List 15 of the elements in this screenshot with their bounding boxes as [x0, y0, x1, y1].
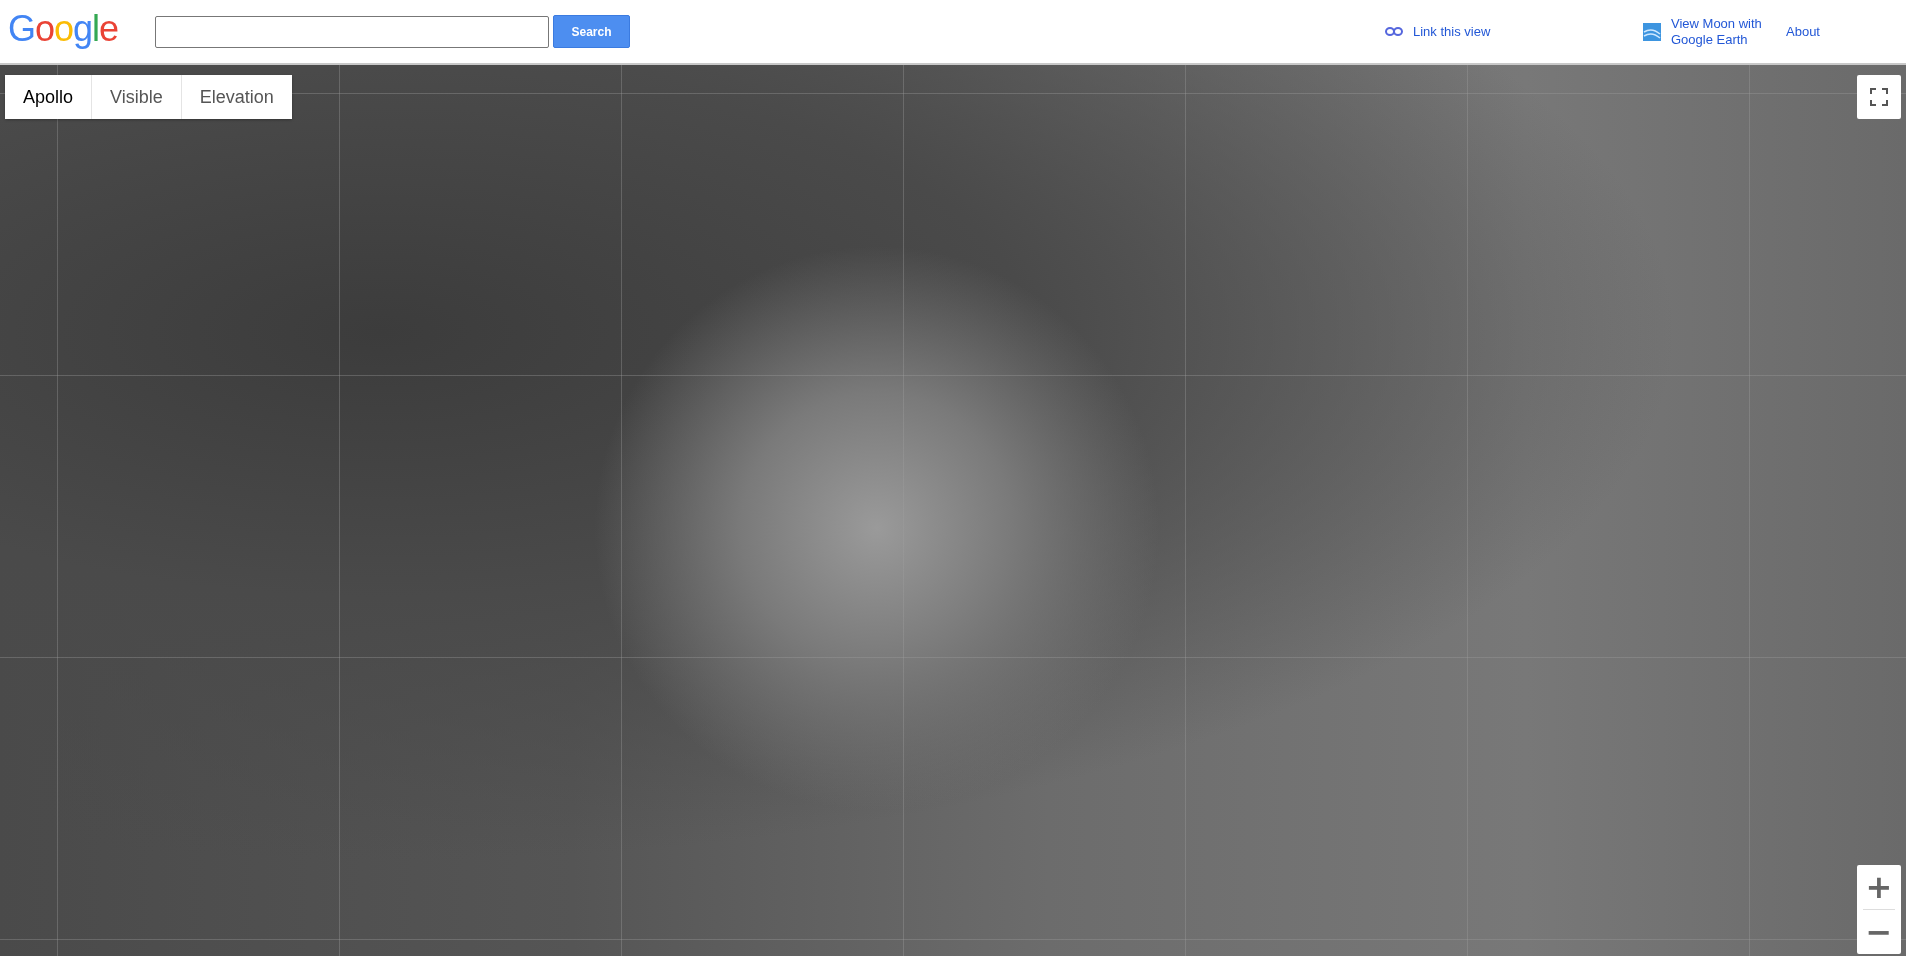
layer-tab[interactable]: Elevation	[181, 75, 292, 119]
zoom-in-button[interactable]: +	[1857, 865, 1901, 909]
fullscreen-icon	[1870, 88, 1888, 106]
zoom-out-button[interactable]: −	[1857, 910, 1901, 954]
about-link[interactable]: About	[1786, 23, 1866, 40]
earth-app-icon	[1643, 22, 1661, 41]
fullscreen-button[interactable]	[1857, 75, 1901, 119]
google-earth-link[interactable]: View Moon with Google Earth	[1671, 15, 1766, 48]
layer-tab[interactable]: Apollo	[5, 75, 93, 119]
moon-map[interactable]	[0, 65, 1906, 956]
search-field[interactable]	[155, 15, 549, 48]
link-view-link[interactable]: Link this view	[1413, 23, 1643, 40]
layer-tab[interactable]: Visible	[92, 75, 182, 119]
logo: Google	[8, 7, 120, 50]
chain-link-icon	[1385, 27, 1403, 36]
